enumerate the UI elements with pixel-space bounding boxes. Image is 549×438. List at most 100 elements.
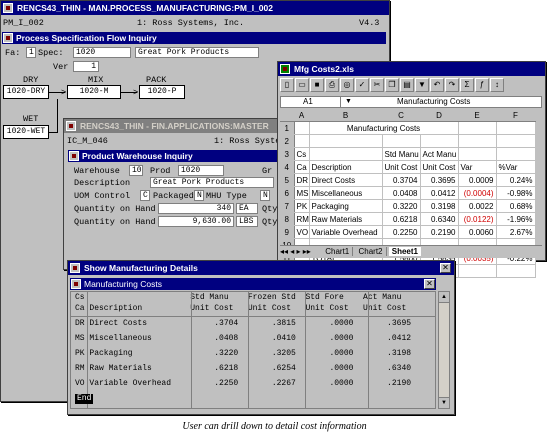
prod-field[interactable]: 1020 [178,165,224,176]
new-file-icon[interactable]: ▯ [280,78,294,92]
excel-titlebar[interactable]: Mfg Costs2.xls [278,62,545,76]
cell-e[interactable]: 0.0060 [458,225,497,239]
cell-d[interactable] [420,134,459,148]
fa-field[interactable]: 1 [26,47,36,58]
cell-f[interactable]: 0.24% [496,173,536,187]
warehouse-field[interactable]: 10 [129,165,143,176]
preview-icon[interactable]: ◎ [340,78,354,92]
cell-b[interactable]: Variable Overhead [309,225,383,239]
cell-c[interactable]: 0.3220 [382,199,421,213]
column-header[interactable]: F [496,109,536,122]
dropdown-arrow-icon[interactable]: ▼ [345,97,352,107]
row-header[interactable]: 4 [280,160,295,174]
tab-scroll-icons[interactable]: ◂◂ ◂ ▸ ▸▸ [280,246,320,258]
cell-a[interactable]: DR [294,173,310,187]
cell-b[interactable]: Packaging [309,199,383,213]
cell-c[interactable]: 0.0408 [382,186,421,200]
cell-d[interactable]: 0.3198 [420,199,459,213]
cut-icon[interactable]: ✂ [370,78,384,92]
flow-wet-box[interactable]: 1020-WET [3,125,49,139]
row-header[interactable]: 1 [280,121,295,135]
cell-a[interactable] [294,121,310,135]
cell-a[interactable]: PK [294,199,310,213]
cell-b[interactable]: Miscellaneous [309,186,383,200]
function-icon[interactable]: ƒ [475,78,489,92]
flow-pack-box[interactable]: 1020-P [139,85,185,99]
cell-d[interactable]: Act Manu [420,147,459,161]
column-header[interactable]: A [294,109,310,122]
cell-f[interactable] [496,121,536,135]
print-icon[interactable]: ⎙ [325,78,339,92]
cell-c[interactable]: 0.2250 [382,225,421,239]
tab-chart1[interactable]: Chart1 [322,247,354,256]
cell-a[interactable]: Cs [294,147,310,161]
cell-b[interactable]: Description [309,160,383,174]
cell-c[interactable]: 0.3704 [382,173,421,187]
end-marker[interactable]: End [75,394,94,404]
cell-d[interactable]: 0.3695 [420,173,459,187]
open-icon[interactable]: ▭ [295,78,309,92]
redo-icon[interactable]: ↷ [445,78,459,92]
spell-icon[interactable]: ✓ [355,78,369,92]
cell-a[interactable]: MS [294,186,310,200]
cell-f[interactable]: 0.68% [496,199,536,213]
close-icon[interactable]: ✕ [440,263,451,273]
flow-dry-box[interactable]: 1020-DRY [3,85,49,99]
cell-c[interactable]: Unit Cost [382,160,421,174]
cell-e[interactable]: Var [458,160,497,174]
save-icon[interactable]: ■ [310,78,324,92]
cell-b[interactable] [309,134,383,148]
copy-icon[interactable]: ❐ [385,78,399,92]
cell-a[interactable]: VO [294,225,310,239]
cell-b[interactable] [309,147,383,161]
cell-d[interactable]: 0.2190 [420,225,459,239]
cell-e[interactable] [458,147,497,161]
column-header[interactable]: E [458,109,497,122]
mhu-field[interactable]: N [260,190,270,201]
undo-icon[interactable]: ↶ [430,78,444,92]
details-scrollbar[interactable]: ▲ ▼ [438,291,450,409]
cell-f[interactable]: 2.67% [496,225,536,239]
scroll-down-icon[interactable]: ▼ [439,397,449,408]
cell-b[interactable]: Raw Materials [309,212,383,226]
row-header[interactable]: 2 [280,134,295,148]
cell-e[interactable] [458,264,497,278]
detail-row[interactable]: MS Miscellaneous .0408 .0410 .0000 .0412 [75,334,411,343]
ver-field[interactable]: 1 [73,61,99,72]
tab-chart2[interactable]: Chart2 [355,247,387,256]
row-header[interactable]: 5 [280,173,295,187]
cell-f[interactable] [496,264,536,278]
formula-content[interactable]: Manufacturing Costs [397,97,470,107]
sort-icon[interactable]: ↕ [490,78,504,92]
format-painter-icon[interactable]: ▼ [415,78,429,92]
cell-f[interactable]: -1.96% [496,212,536,226]
row-header[interactable]: 9 [280,225,295,239]
cell-d[interactable]: Unit Cost [420,160,459,174]
cell-e[interactable]: 0.0009 [458,173,497,187]
uom-field[interactable]: C [140,190,150,201]
select-all-corner[interactable] [280,109,295,122]
packaged-field[interactable]: N [194,190,204,201]
column-header[interactable]: D [420,109,459,122]
details-titlebar[interactable]: Show Manufacturing Details [68,261,454,275]
row-header[interactable]: 8 [280,212,295,226]
cell-e[interactable]: 0.0022 [458,199,497,213]
detail-row[interactable]: PK Packaging .3220 .3205 .0000 .3198 [75,349,411,358]
cell-a[interactable] [294,134,310,148]
cell-c[interactable] [382,134,421,148]
column-header[interactable]: C [382,109,421,122]
detail-row[interactable]: RM Raw Materials .6218 .6254 .0000 .6340 [75,364,411,373]
flow-mix-box[interactable]: 1020-M [67,85,121,99]
cell-b[interactable]: Manufacturing Costs [309,121,459,135]
cell-e[interactable] [458,134,497,148]
spec-field[interactable]: 1020 [73,47,131,58]
detail-row[interactable]: DR Direct Costs .3704 .3815 .0000 .3695 [75,319,411,328]
cell-b[interactable]: Direct Costs [309,173,383,187]
cell-c[interactable]: Std Manu [382,147,421,161]
tab-sheet1[interactable]: Sheet1 [388,247,421,256]
paste-icon[interactable]: ▤ [400,78,414,92]
sum-icon[interactable]: Σ [460,78,474,92]
main-titlebar[interactable]: RENCS43_THIN - MAN.PROCESS_MANUFACTURING… [1,1,389,15]
close-icon[interactable]: ✕ [424,279,435,289]
cell-e[interactable]: (0.0122) [458,212,497,226]
